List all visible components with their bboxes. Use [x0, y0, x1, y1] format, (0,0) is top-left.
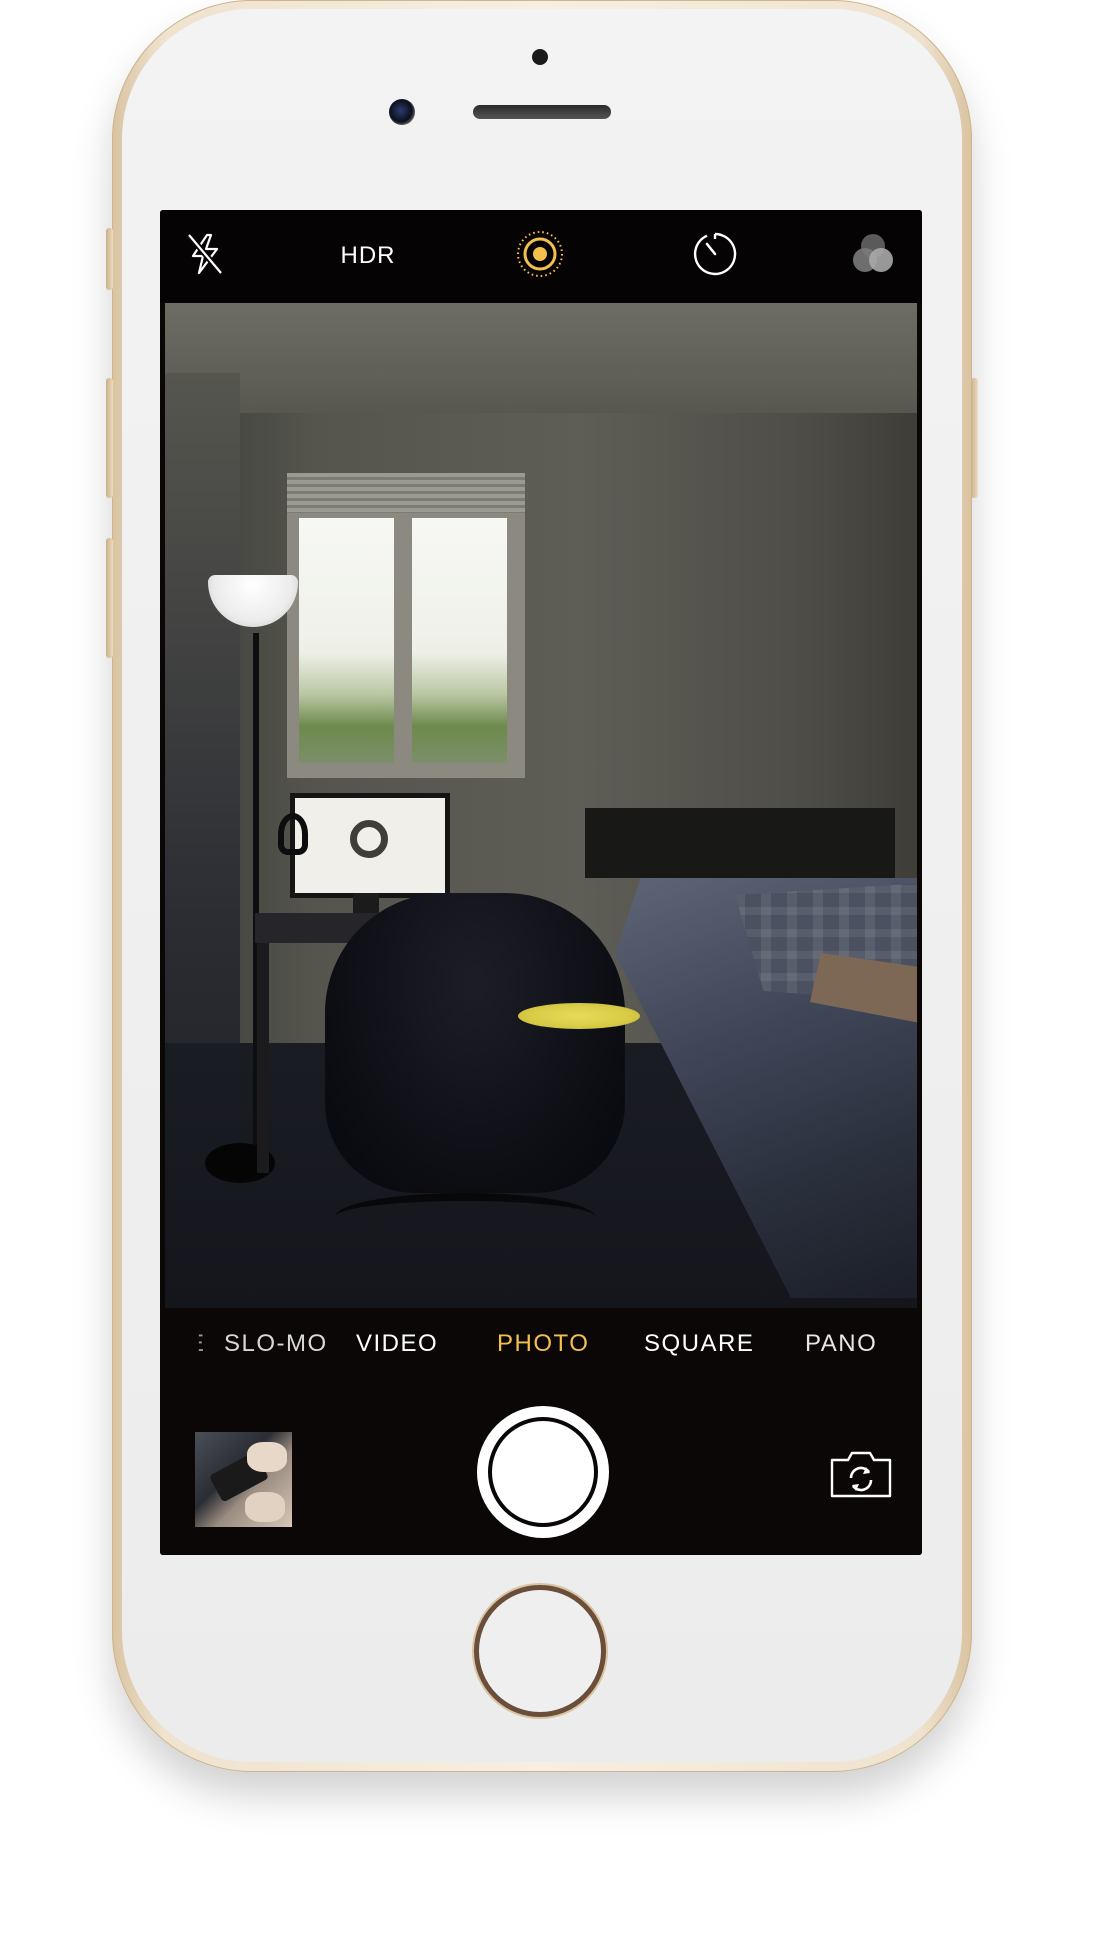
- volume-up-button: [106, 378, 113, 498]
- live-photo-button[interactable]: [510, 230, 570, 280]
- earpiece-speaker: [473, 105, 611, 119]
- mode-item-square[interactable]: SQUARE: [644, 1330, 754, 1358]
- mute-switch: [106, 228, 113, 290]
- switch-camera-icon: [828, 1451, 894, 1504]
- hdr-label: HDR: [340, 242, 396, 269]
- flash-off-icon: [185, 232, 225, 281]
- mode-item-pano[interactable]: PANO: [805, 1330, 877, 1358]
- flash-button[interactable]: [180, 232, 230, 280]
- timer-icon: [691, 230, 739, 283]
- switch-camera-button[interactable]: [828, 1448, 894, 1500]
- scene-monitor-stand: [353, 893, 379, 913]
- last-photo-thumbnail[interactable]: [195, 1432, 292, 1527]
- scene-monitor-logo: [350, 820, 388, 858]
- viewfinder[interactable]: [165, 303, 917, 1308]
- volume-down-button: [106, 538, 113, 658]
- thumbnail-hand-shape: [245, 1492, 285, 1522]
- shutter-inner-ring: [488, 1417, 598, 1527]
- live-photo-icon: [515, 229, 565, 284]
- scene-chair-with-jacket: [325, 893, 625, 1193]
- filters-button[interactable]: [843, 232, 903, 280]
- mode-item-slo-mo[interactable]: SLO-MO: [224, 1330, 328, 1358]
- proximity-sensor: [532, 49, 548, 65]
- scene-desk-leg: [257, 943, 269, 1173]
- scene-headboard: [585, 808, 895, 878]
- timer-button[interactable]: [685, 232, 745, 280]
- power-button: [971, 378, 978, 498]
- filters-icon: [848, 231, 898, 282]
- camera-top-bar: HDR: [160, 210, 922, 303]
- home-button[interactable]: [474, 1585, 606, 1717]
- mode-item-video[interactable]: VIDEO: [356, 1330, 438, 1358]
- mode-item-partial[interactable]: E: [199, 1330, 206, 1358]
- scene-monitor: [290, 793, 450, 898]
- mode-selector[interactable]: E SLO-MO VIDEO PHOTO SQUARE PANO: [160, 1308, 922, 1380]
- scene-headphones: [278, 813, 308, 855]
- thumbnail-hand-shape: [247, 1442, 287, 1472]
- scene-window: [287, 473, 525, 778]
- focus-indicator[interactable]: [518, 1003, 640, 1029]
- mode-item-photo[interactable]: PHOTO: [497, 1330, 589, 1358]
- scene-window-pane-left: [299, 518, 394, 763]
- camera-controls: [160, 1380, 922, 1555]
- scene-window-pane-right: [412, 518, 507, 763]
- front-camera: [389, 99, 415, 125]
- scene-blinds: [287, 473, 525, 513]
- camera-screen: HDR E SLO-MO VIDEO PHOTO SQUARE PANO: [160, 210, 922, 1555]
- scene-chair-base: [335, 1193, 595, 1241]
- shutter-button[interactable]: [477, 1406, 609, 1538]
- hdr-button[interactable]: HDR: [318, 232, 418, 280]
